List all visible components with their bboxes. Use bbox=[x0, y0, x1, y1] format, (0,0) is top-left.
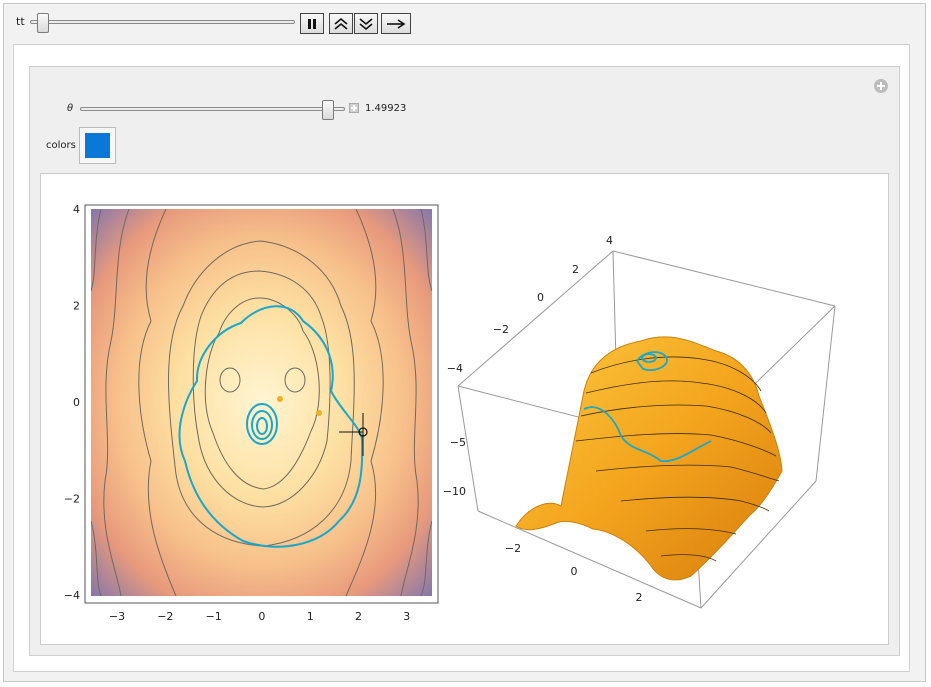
slower-button[interactable] bbox=[354, 13, 378, 34]
contour-x-ticks: −3 −2 −1 0 1 2 3 bbox=[109, 610, 410, 623]
direction-button[interactable] bbox=[381, 13, 411, 34]
tt-slider[interactable] bbox=[30, 20, 295, 24]
y-tick-label: −2 bbox=[64, 493, 80, 506]
color-swatch bbox=[85, 133, 110, 158]
arrow-right-icon bbox=[387, 18, 406, 29]
x-tick-label: 0 bbox=[258, 610, 265, 623]
y-tick-label: 4 bbox=[606, 234, 613, 247]
tt-slider-thumb[interactable] bbox=[37, 13, 49, 33]
theta-expand-icon[interactable] bbox=[349, 103, 359, 113]
contour-y-ticks: 4 2 0 −2 −4 bbox=[64, 203, 80, 602]
y-tick-label: −4 bbox=[447, 362, 463, 375]
x-tick-label: −1 bbox=[205, 610, 221, 623]
contour-background bbox=[91, 209, 432, 596]
theta-slider[interactable] bbox=[80, 107, 345, 111]
x-tick-label: 0 bbox=[571, 565, 578, 578]
x-tick-label: −3 bbox=[109, 610, 125, 623]
critical-point bbox=[316, 410, 322, 416]
surface-plot[interactable]: −2 0 2 −4 −2 0 2 4 −5 −10 bbox=[443, 234, 836, 609]
pause-button[interactable] bbox=[300, 13, 324, 34]
double-chevron-up-icon bbox=[334, 17, 348, 30]
color-swatch-button[interactable] bbox=[79, 127, 116, 164]
theta-value: 1.49923 bbox=[365, 103, 407, 114]
z-tick-label: −5 bbox=[450, 436, 466, 449]
critical-point bbox=[277, 396, 283, 402]
add-controls-icon[interactable] bbox=[874, 79, 888, 93]
x-tick-label: −2 bbox=[157, 610, 173, 623]
surface-z-ticks: −5 −10 bbox=[443, 436, 466, 498]
y-tick-label: 2 bbox=[572, 263, 579, 276]
x-tick-label: 1 bbox=[307, 610, 314, 623]
y-tick-label: −2 bbox=[493, 323, 509, 336]
double-chevron-down-icon bbox=[359, 17, 373, 30]
y-tick-label: 4 bbox=[73, 203, 80, 216]
theta-slider-thumb[interactable] bbox=[322, 100, 334, 120]
y-tick-label: 0 bbox=[537, 291, 544, 304]
contour-plot[interactable]: −3 −2 −1 0 1 2 3 4 2 0 −2 −4 bbox=[64, 203, 439, 623]
surface-y-ticks: −4 −2 0 2 4 bbox=[447, 234, 613, 375]
tt-label: tt bbox=[16, 15, 25, 28]
theta-label: θ bbox=[67, 103, 74, 114]
x-tick-label: 3 bbox=[403, 610, 410, 623]
pause-icon bbox=[308, 18, 316, 29]
x-tick-label: −2 bbox=[505, 542, 521, 555]
colors-label: colors bbox=[46, 140, 76, 151]
surface-x-ticks: −2 0 2 bbox=[505, 542, 643, 604]
x-tick-label: 2 bbox=[636, 591, 643, 604]
y-tick-label: 2 bbox=[73, 300, 80, 313]
x-tick-label: 2 bbox=[355, 610, 362, 623]
y-tick-label: −4 bbox=[64, 589, 80, 602]
y-tick-label: 0 bbox=[73, 396, 80, 409]
z-tick-label: −10 bbox=[443, 485, 466, 498]
graphics-area: −3 −2 −1 0 1 2 3 4 2 0 −2 −4 −2 0 2 −4 −… bbox=[40, 173, 889, 645]
faster-button[interactable] bbox=[329, 13, 353, 34]
